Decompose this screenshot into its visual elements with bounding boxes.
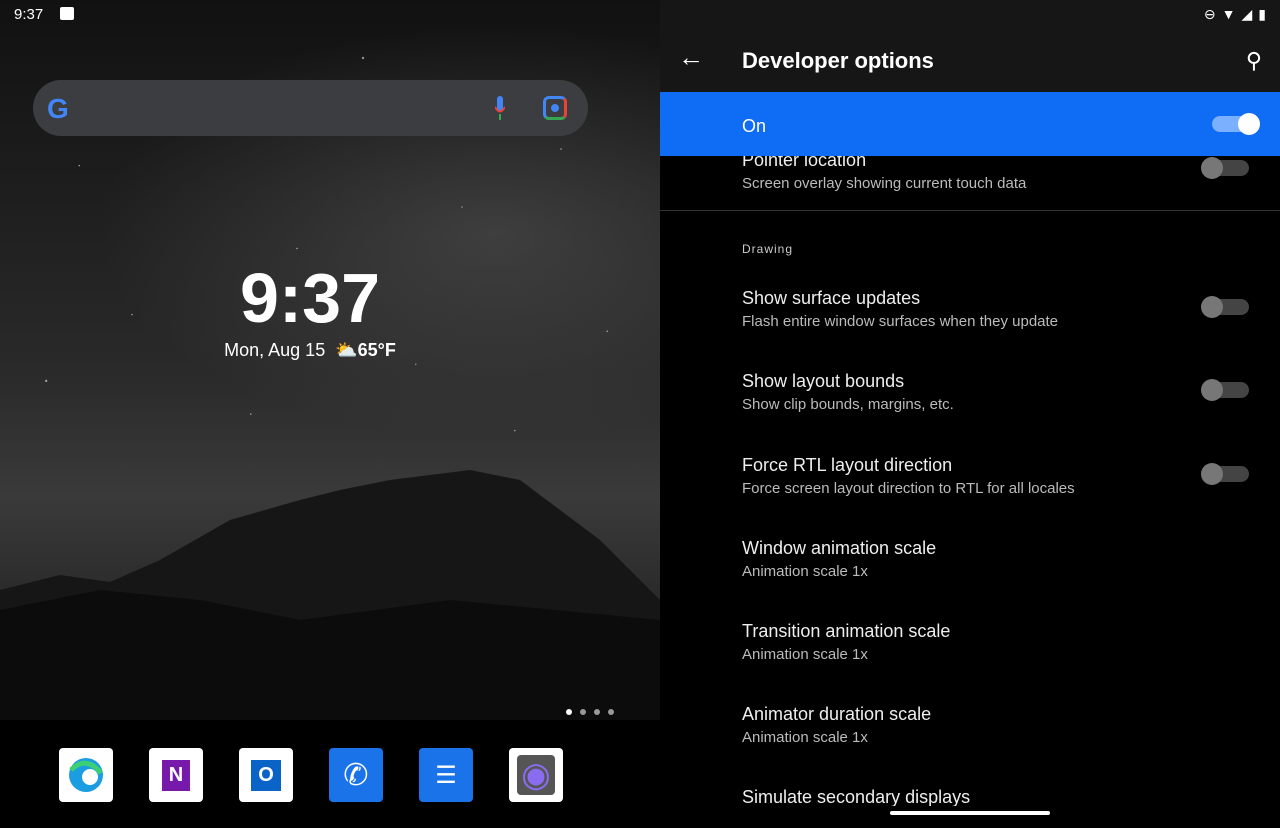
- lens-icon[interactable]: [543, 96, 567, 120]
- clock-widget[interactable]: 9:37: [0, 258, 620, 338]
- page-title: Developer options: [742, 48, 934, 73]
- page-indicator: [566, 709, 614, 715]
- camera-icon[interactable]: ◉: [509, 748, 563, 802]
- setting-pointer-location[interactable]: Pointer location Screen overlay showing c…: [742, 150, 1242, 192]
- dock: N O ✆ ☰ ◉: [59, 748, 563, 802]
- setting-animator-duration-scale[interactable]: Animator duration scale Animation scale 1…: [742, 704, 1242, 746]
- setting-force-rtl[interactable]: Force RTL layout direction Force screen l…: [742, 455, 1242, 497]
- setting-transition-animation-scale[interactable]: Transition animation scale Animation scal…: [742, 621, 1242, 663]
- edge-icon[interactable]: [59, 748, 113, 802]
- pointer-location-toggle[interactable]: [1201, 157, 1249, 179]
- status-time: 9:37: [14, 6, 44, 23]
- developer-options-screen: ⊖ ▼ ◢ ▮ ← Developer options ⚲ On Pointer lo…: [660, 0, 1280, 828]
- temperature: 65°F: [357, 340, 396, 360]
- show-surface-updates-toggle[interactable]: [1201, 296, 1249, 318]
- do-not-disturb-icon: ⊖: [1203, 6, 1216, 22]
- home-screen: 9:37 G 9:37 Mon, Aug 15 ⛅65°F N O ✆ ☰ ◉: [0, 0, 660, 828]
- mic-icon[interactable]: [495, 96, 505, 120]
- battery-icon: ▮: [1258, 6, 1266, 22]
- category-header: Drawing: [742, 242, 794, 256]
- back-arrow-icon[interactable]: ←: [678, 44, 704, 70]
- master-switch-label: On: [742, 116, 767, 136]
- setting-window-animation-scale[interactable]: Window animation scale Animation scale 1x: [742, 538, 1242, 580]
- master-switch-bar[interactable]: On: [660, 92, 1280, 156]
- phone-icon[interactable]: ✆: [329, 748, 383, 802]
- home-gesture-bar[interactable]: [890, 811, 1050, 815]
- master-toggle[interactable]: [1212, 113, 1260, 135]
- search-icon[interactable]: ⚲: [1246, 48, 1262, 74]
- date-weather[interactable]: Mon, Aug 15 ⛅65°F: [0, 340, 620, 361]
- date-text: Mon, Aug 15: [224, 340, 326, 360]
- wifi-icon: ▼: [1221, 6, 1236, 22]
- divider: [660, 210, 1280, 211]
- setting-show-surface-updates[interactable]: Show surface updates Flash entire window …: [742, 288, 1242, 330]
- messages-icon[interactable]: ☰: [419, 748, 473, 802]
- outlook-icon[interactable]: O: [239, 748, 293, 802]
- no-signal-icon: ◢: [1241, 6, 1253, 22]
- show-layout-bounds-toggle[interactable]: [1201, 379, 1249, 401]
- setting-show-layout-bounds[interactable]: Show layout bounds Show clip bounds, marg…: [742, 371, 1242, 413]
- force-rtl-toggle[interactable]: [1201, 463, 1249, 485]
- image-notification-icon: [60, 7, 74, 20]
- app-bar: ⊖ ▼ ◢ ▮ ← Developer options ⚲: [660, 0, 1280, 92]
- onenote-icon[interactable]: N: [149, 748, 203, 802]
- status-icons: ⊖ ▼ ◢ ▮: [1204, 6, 1266, 23]
- google-search-bar[interactable]: G: [33, 80, 588, 136]
- google-logo: G: [47, 93, 69, 124]
- setting-simulate-secondary-displays[interactable]: Simulate secondary displays: [742, 787, 1242, 807]
- partly-cloudy-icon: ⛅: [335, 340, 358, 360]
